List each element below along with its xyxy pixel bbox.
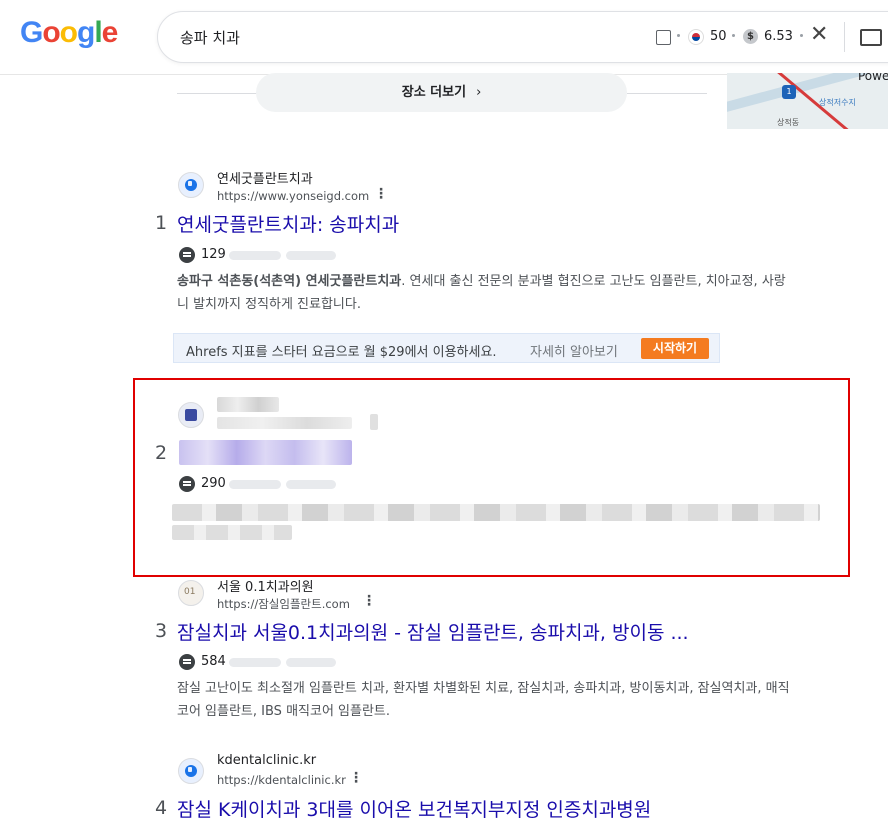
logo-letter: g [77, 16, 95, 49]
result-url[interactable]: https://잠실임플란트.com [217, 596, 350, 612]
ahrefs-text: Ahrefs 지표를 스타터 요금으로 월 $29에서 이용하세요. [186, 345, 497, 360]
globe-icon [178, 172, 204, 198]
price-value: 6.53 [764, 29, 793, 44]
logo-letter: G [20, 16, 43, 49]
more-vert-icon[interactable]: ⋮ [349, 770, 363, 786]
result-title-link[interactable]: 연세굿플란트치과: 송파치과 [177, 210, 399, 237]
globe-icon [178, 758, 204, 784]
more-vert-icon[interactable]: ⋮ [374, 186, 388, 202]
korea-flag-icon [688, 29, 704, 45]
ahrefs-banner: Ahrefs 지표를 스타터 요금으로 월 $29에서 이용하세요. 자세히 알… [173, 333, 720, 363]
separator-dot [800, 34, 803, 37]
result-description: 잠실 고난이도 최소절개 임플란트 치과, 환자별 차별화된 치료, 잠실치과,… [177, 677, 847, 723]
comment-count: 584 [201, 654, 226, 669]
checkbox-icon[interactable] [656, 30, 671, 45]
search-box[interactable]: 송파 치과 50 $ 6.53 ✕ [157, 11, 888, 63]
result-rank: 4 [155, 797, 168, 819]
result-url[interactable]: https://www.yonseigd.com [217, 189, 369, 203]
logo-letter: o [59, 16, 78, 49]
map-thumbnail[interactable]: 1 상적저수지 상적동 Powe [727, 73, 888, 129]
result-rank: 3 [155, 620, 168, 642]
result-title-link[interactable]: 잠실 K케이치과 3대를 이어온 보건복지부지정 인증치과병원 [177, 795, 651, 822]
map-edge-text: Powe [858, 73, 888, 83]
result-title-link[interactable]: 잠실치과 서울0.1치과의원 - 잠실 임플란트, 송파치과, 방이동 ... [177, 618, 689, 645]
chevron-right-icon: › [476, 85, 482, 100]
search-query[interactable]: 송파 치과 [180, 27, 240, 48]
result-site-name[interactable]: kdentalclinic.kr [217, 753, 316, 768]
comment-icon [179, 654, 195, 670]
metric-placeholder [229, 658, 281, 667]
logo-letter: o [42, 16, 60, 49]
logo-letter: l [94, 16, 102, 49]
result-rank: 1 [155, 212, 168, 234]
learn-more-link[interactable]: 자세히 알아보기 [530, 341, 618, 360]
divider [844, 22, 845, 52]
divider [627, 93, 707, 94]
metric-placeholder [229, 251, 281, 260]
desc-bold: 송파구 석촌동(석촌역) 연세굿플란트치과 [177, 274, 402, 289]
result-url[interactable]: https://kdentalclinic.kr [217, 773, 346, 787]
site-favicon: 01 [178, 580, 204, 606]
comment-icon [179, 247, 195, 263]
map-label: 상적저수지 [819, 98, 856, 107]
divider [177, 93, 257, 94]
close-icon[interactable]: ✕ [810, 22, 828, 47]
more-places-label: 장소 더보기 [401, 85, 467, 100]
google-logo[interactable]: Google [20, 16, 119, 50]
separator-dot [677, 34, 680, 37]
start-button[interactable]: 시작하기 [641, 338, 709, 359]
keyboard-icon[interactable] [860, 29, 882, 46]
map-label: 상적동 [777, 118, 800, 127]
metric-placeholder [286, 658, 336, 667]
dollar-icon: $ [743, 29, 758, 44]
comment-count: 129 [201, 247, 226, 262]
header: Google 송파 치과 50 $ 6.53 ✕ [0, 0, 888, 75]
metric-placeholder [286, 251, 336, 260]
desc-text: 니 발치까지 정직하게 진료합니다. [177, 297, 361, 312]
result-description: 송파구 석촌동(석촌역) 연세굿플란트치과. 연세대 출신 전문의 분과별 협진… [177, 270, 837, 316]
more-places-button[interactable]: 장소 더보기 › [256, 73, 627, 112]
flag-value: 50 [710, 29, 727, 44]
result-site-name[interactable]: 연세굿플란트치과 [217, 168, 313, 187]
highlight-box [133, 378, 850, 577]
desc-text: . 연세대 출신 전문의 분과별 협진으로 고난도 임플란트, 치아교정, 사랑 [401, 274, 786, 289]
separator-dot [732, 34, 735, 37]
desc-text: 잠실 고난이도 최소절개 임플란트 치과, 환자별 차별화된 치료, 잠실치과,… [177, 681, 790, 696]
route-shield-icon: 1 [782, 85, 796, 99]
logo-letter: e [101, 16, 119, 49]
result-site-name[interactable]: 서울 0.1치과의원 [217, 576, 314, 595]
desc-text: 코어 임플란트, IBS 매직코어 임플란트. [177, 704, 391, 719]
more-vert-icon[interactable]: ⋮ [362, 593, 376, 609]
